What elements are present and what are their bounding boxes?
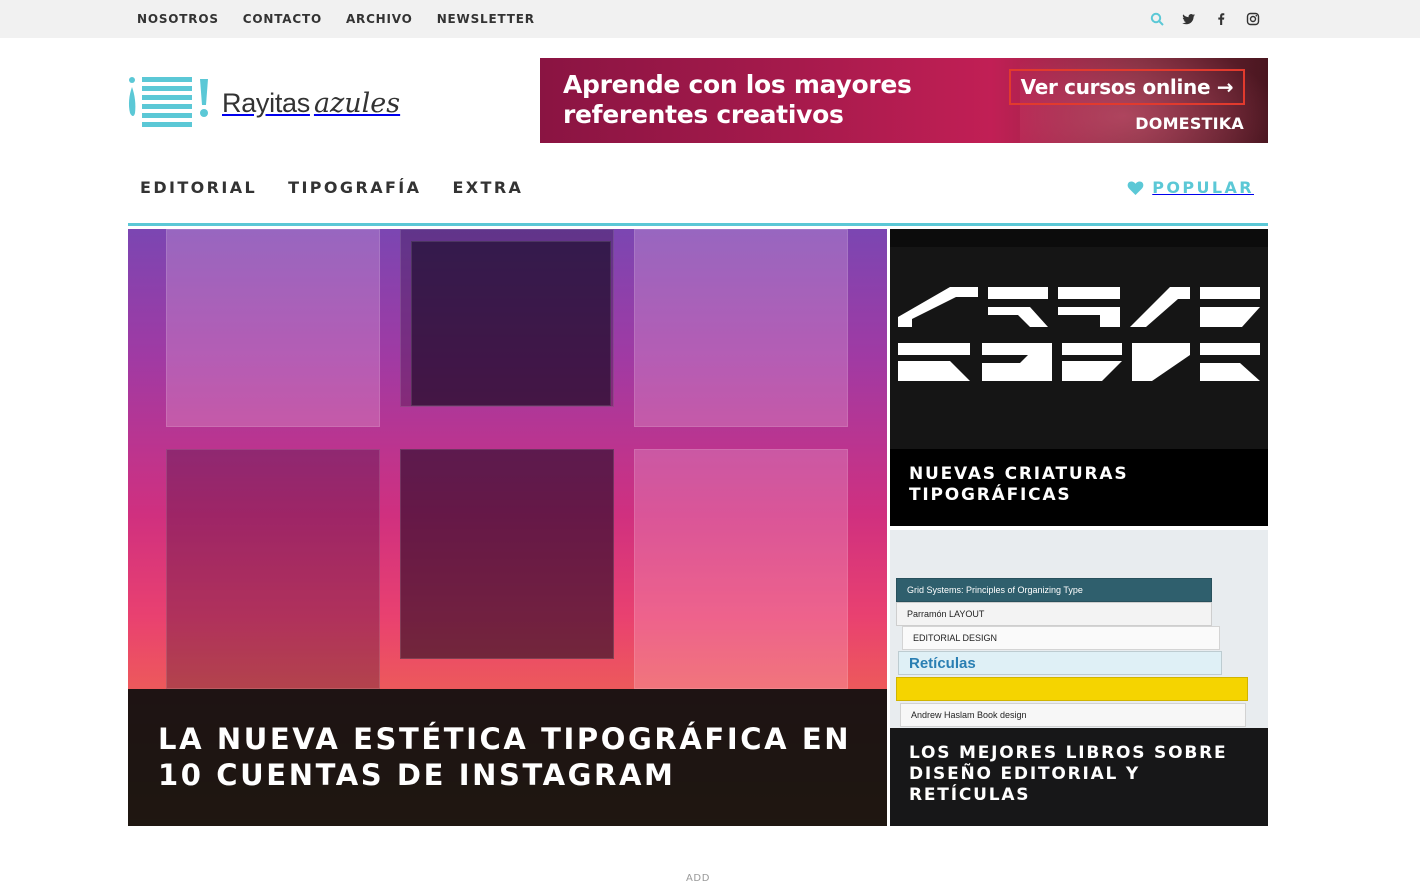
hero-title: LA NUEVA ESTÉTICA TIPOGRÁFICA EN 10 CUEN… (158, 722, 852, 792)
top-nav: NOSOTROS CONTACTO ARCHIVO NEWSLETTER (137, 0, 535, 38)
top-bar: NOSOTROS CONTACTO ARCHIVO NEWSLETTER (0, 0, 1420, 38)
typography-glyphs-image (890, 247, 1268, 467)
top-nav-newsletter[interactable]: NEWSLETTER (437, 12, 535, 26)
twitter-icon[interactable] (1182, 12, 1196, 26)
side1-title: NUEVAS CRIATURAS TIPOGRÁFICAS (909, 464, 1129, 505)
book-spine (896, 677, 1248, 701)
side-article-card-libros[interactable]: Grid Systems: Principles of Organizing T… (890, 530, 1268, 826)
facebook-icon[interactable] (1214, 12, 1228, 26)
nav-editorial[interactable]: EDITORIAL (140, 178, 257, 197)
nav-extra[interactable]: EXTRA (452, 178, 523, 197)
ad-label: ADD (685, 873, 711, 883)
top-nav-nosotros[interactable]: NOSOTROS (137, 12, 219, 26)
side1-caption: NUEVAS CRIATURAS TIPOGRÁFICAS (890, 449, 1268, 526)
hero-image-tile (400, 449, 614, 659)
side2-caption: LOS MEJORES LIBROS SOBRE DISEÑO EDITORIA… (890, 728, 1268, 826)
hero-image-tile (166, 449, 380, 689)
logo-wordmark: Rayitas azules (222, 88, 400, 119)
banner-headline: Aprende con los mayores referentes creat… (563, 70, 983, 130)
book-spine: EDITORIAL DESIGN (902, 626, 1220, 650)
nav-tipografia[interactable]: TIPOGRAFÍA (288, 178, 421, 197)
banner-headline-line1: Aprende con los mayores (563, 70, 912, 99)
top-nav-contacto[interactable]: CONTACTO (243, 12, 322, 26)
hero-image-tile (166, 229, 380, 427)
heart-icon (1127, 180, 1144, 195)
social-links (1150, 0, 1260, 38)
book-spine: Retículas (898, 651, 1222, 675)
instagram-icon[interactable] (1246, 12, 1260, 26)
hero-image-tile (411, 241, 611, 406)
search-icon[interactable] (1150, 12, 1164, 26)
logo-lines-icon (128, 75, 210, 131)
hero-article-card[interactable]: LA NUEVA ESTÉTICA TIPOGRÁFICA EN 10 CUEN… (128, 229, 887, 826)
book-spine: Andrew Haslam Book design (900, 703, 1246, 727)
book-spine: Parramón LAYOUT (896, 602, 1212, 626)
category-list: EDITORIAL TIPOGRAFÍA EXTRA (140, 178, 523, 197)
popular-link[interactable]: POPULAR (1127, 178, 1254, 197)
hero-caption: LA NUEVA ESTÉTICA TIPOGRÁFICA EN 10 CUEN… (128, 689, 887, 826)
logo-word-rayitas: Rayitas (222, 87, 310, 118)
side2-title: LOS MEJORES LIBROS SOBRE DISEÑO EDITORIA… (909, 743, 1228, 805)
banner-headline-line2: referentes creativos (563, 100, 844, 129)
hero-image-tile (634, 449, 848, 689)
main-nav: EDITORIAL TIPOGRAFÍA EXTRA POPULAR (128, 170, 1268, 226)
logo-word-azules: azules (313, 87, 401, 119)
banner-brand: DOMESTIKA (1135, 114, 1244, 133)
book-spine: Grid Systems: Principles of Organizing T… (896, 578, 1212, 602)
popular-label: POPULAR (1152, 178, 1254, 197)
banner-cta-button[interactable]: Ver cursos online → (1009, 69, 1245, 105)
top-nav-archivo[interactable]: ARCHIVO (346, 12, 413, 26)
hero-image-tile (634, 229, 848, 427)
side-article-card-criaturas[interactable]: NUEVAS CRIATURAS TIPOGRÁFICAS (890, 229, 1268, 526)
site-logo[interactable]: Rayitas azules (128, 75, 408, 131)
domestika-banner-ad[interactable]: Aprende con los mayores referentes creat… (540, 58, 1268, 143)
